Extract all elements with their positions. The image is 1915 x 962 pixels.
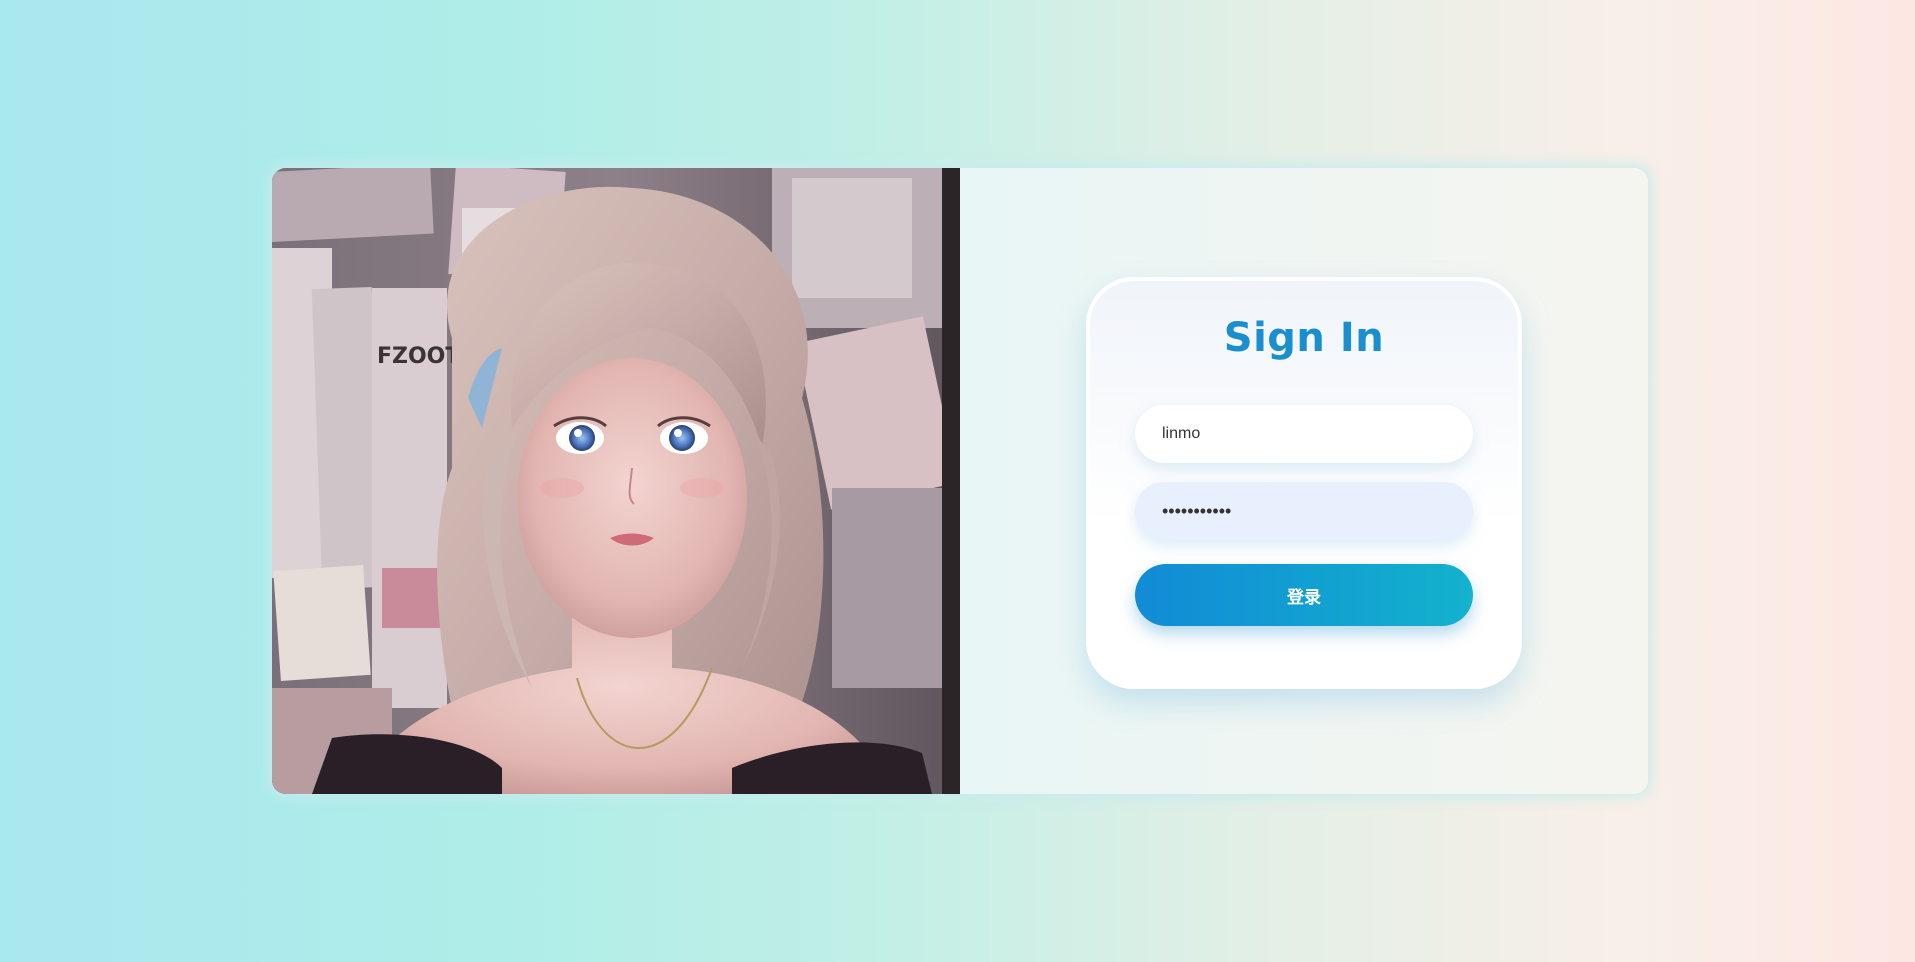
username-input[interactable]: [1135, 405, 1473, 463]
login-button[interactable]: 登录: [1135, 564, 1473, 626]
sign-in-panel: Sign In 登录: [960, 168, 1648, 794]
anime-girl-portrait-image: FZOOT: [272, 168, 960, 794]
sign-in-title: Sign In: [1223, 315, 1385, 361]
svg-text:FZOOT: FZOOT: [377, 344, 460, 369]
sign-in-form: Sign In 登录: [1086, 277, 1522, 689]
login-card: FZOOT Sign In linmo ••••••••••• 登录: [272, 168, 1648, 794]
hero-illustration: FZOOT: [272, 168, 960, 794]
password-input[interactable]: [1135, 482, 1473, 540]
